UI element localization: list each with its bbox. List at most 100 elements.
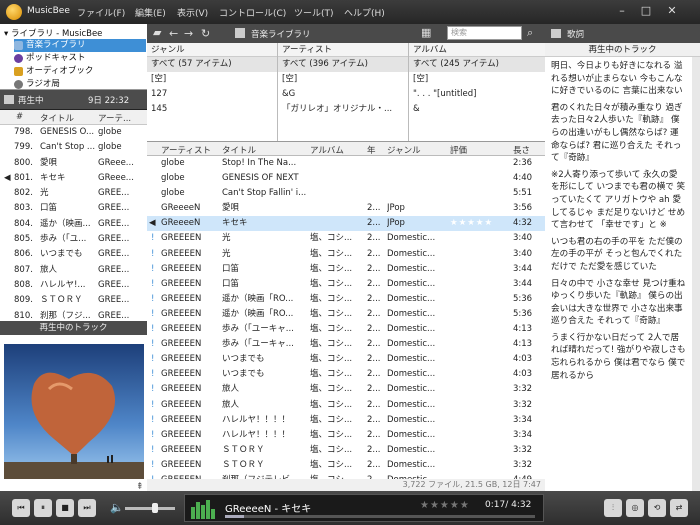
lyrics-paragraph: うまく行かない日だって 2人で居れば晴れだって! 強がりや寂しさも 忘れられるか… — [551, 332, 686, 381]
artist-item[interactable]: すべて (396 アイテム) — [278, 57, 408, 72]
col-album[interactable]: アルバム — [310, 144, 344, 156]
artist-header[interactable]: アーティスト — [278, 43, 408, 57]
track-row[interactable]: ! GREEEEN 口笛 塩、コシ... 2... Domestic... 3:44 — [147, 262, 545, 277]
col-number[interactable]: # — [16, 112, 23, 122]
menu-view[interactable]: 表示(V) — [177, 6, 208, 19]
album-item[interactable]: すべて (245 アイテム) — [409, 57, 545, 72]
menu-tools[interactable]: ツール(T) — [294, 6, 334, 19]
track-row[interactable]: ! GREEEEN ＳＴＯＲＹ 塩、コシ... 2... Domestic... 3:32 — [147, 443, 545, 458]
now-playing-row[interactable]: ◀ 801. キセキ GReee... — [0, 171, 147, 186]
library-root[interactable]: ▾ ライブラリ - MusicBee — [4, 27, 102, 39]
refresh-icon[interactable]: ↻ — [201, 27, 210, 40]
artist-item[interactable]: &G — [278, 87, 408, 102]
col-title[interactable]: タイトル — [222, 144, 256, 156]
volume-icon[interactable]: 🔈 — [110, 501, 124, 514]
genre-item[interactable]: 145 — [147, 102, 277, 117]
track-row[interactable]: ! GREEEEN 歩み（「ユーキャ... 塩、コシ... 2... Domestic..… — [147, 337, 545, 352]
close-icon[interactable]: ✕ — [662, 3, 682, 19]
back-icon[interactable]: ← — [169, 27, 178, 40]
repeat-button[interactable]: ⟲ — [648, 499, 666, 517]
track-artist: GReeeeN — [161, 218, 201, 229]
tree-item-radio[interactable]: ラジオ局 — [14, 78, 146, 89]
track-row[interactable]: ! GREEEEN 光 塩、コシ... 2... Domestic... 3:40 — [147, 247, 545, 262]
now-playing-row[interactable]: 802. 光 GREE... — [0, 186, 147, 201]
equalizer-button[interactable]: ⫶ — [604, 499, 622, 517]
track-row[interactable]: globe Stop! In The Na... 2:36 — [147, 156, 545, 171]
col-artist[interactable]: アーティスト — [161, 144, 211, 156]
tree-item-audiobooks[interactable]: オーディオブック — [14, 65, 146, 78]
album-item[interactable]: [空] — [409, 72, 545, 87]
menu-edit[interactable]: 編集(E) — [135, 6, 166, 19]
track-row[interactable]: ! GREEEEN 旅人 塩、コシ... 2... Domestic... 3:32 — [147, 398, 545, 413]
search-input[interactable]: 検索 — [447, 26, 522, 40]
track-row[interactable]: globe Can't Stop Fallin' i... 5:51 — [147, 186, 545, 201]
artist-item[interactable]: [空] — [278, 72, 408, 87]
stop-button[interactable]: ■ — [56, 499, 74, 517]
track-row[interactable]: ! GREEEEN 遥か（映画「RO... 塩、コシ... 2... Domestic..… — [147, 307, 545, 322]
tree-item-podcasts[interactable]: ポッドキャスト — [14, 52, 146, 65]
now-playing-row[interactable]: 800. 愛唄 GReee... — [0, 156, 147, 171]
track-row[interactable]: GReeeeN 愛唄 2... JPop 3:56 — [147, 201, 545, 216]
col-genre[interactable]: ジャンル — [387, 144, 421, 156]
track-row[interactable]: ! GREEEEN ＳＴＯＲＹ 塩、コシ... 2... Domestic... 3:32 — [147, 458, 545, 473]
track-row[interactable]: ! GREEEEN 光 塩、コシ... 2... Domestic... 3:40 — [147, 231, 545, 246]
track-row[interactable]: ! GREEEEN ハレルヤ！！！！ 塩、コシ... 2... Domestic... 3:… — [147, 413, 545, 428]
search-icon[interactable]: ⌕ — [527, 26, 533, 40]
progress-bar[interactable] — [225, 515, 535, 518]
lyrics-scrollbar[interactable] — [692, 57, 700, 491]
artist-item[interactable]: 「ガリレオ」オリジナル・... — [278, 102, 408, 117]
now-playing-row[interactable]: 805. 歩み（「ユ... GREE... — [0, 232, 147, 247]
layout-icon[interactable]: ▦ — [421, 26, 431, 39]
genre-item[interactable]: 127 — [147, 87, 277, 102]
maximize-icon[interactable]: □ — [636, 3, 656, 19]
now-playing-row[interactable]: 808. ハレルヤ!... GREE... — [0, 278, 147, 293]
scrobble-button[interactable]: ◎ — [626, 499, 644, 517]
col-artist[interactable]: アーテ... — [98, 112, 131, 124]
col-year[interactable]: 年 — [367, 144, 376, 156]
track-row[interactable]: globe GENESIS OF NEXT 4:40 — [147, 171, 545, 186]
track-row[interactable]: ! GREEEEN 遥か（映画「RO... 塩、コシ... 2... Domestic..… — [147, 292, 545, 307]
track-row[interactable]: ! GREEEEN いつまでも 塩、コシ... 2... Domestic... 4:03 — [147, 367, 545, 382]
genre-header[interactable]: ジャンル — [147, 43, 277, 57]
now-playing-row[interactable]: 803. 口笛 GREE... — [0, 201, 147, 216]
track-row[interactable]: ! GREEEEN 口笛 塩、コシ... 2... Domestic... 3:44 — [147, 277, 545, 292]
rating-stars[interactable]: ★★★★★ — [420, 500, 470, 511]
shuffle-button[interactable]: ⇄ — [670, 499, 688, 517]
track-rating[interactable]: ★★★★★ — [450, 216, 500, 231]
col-rating[interactable]: 評価 — [450, 144, 467, 156]
track-row[interactable]: ! GREEEEN ハレルヤ！！！！ 塩、コシ... 2... Domestic... 3:… — [147, 428, 545, 443]
genre-item[interactable]: すべて (57 アイテム) — [147, 57, 277, 72]
track-title: 口笛 — [222, 278, 240, 289]
col-length[interactable]: 長さ — [513, 144, 530, 156]
album-header[interactable]: アルバム — [409, 43, 545, 57]
genre-item[interactable]: [空] — [147, 72, 277, 87]
pause-button[interactable]: ⏸ — [34, 499, 52, 517]
track-row[interactable]: ! GREEEEN 歩み（「ユーキャ... 塩、コシ... 2... Domestic..… — [147, 322, 545, 337]
np-title: 刹那（フジ... — [40, 310, 91, 321]
track-row[interactable]: ◀ GReeeeN キセキ 2... JPop ★★★★★ 4:32 — [147, 216, 545, 232]
minimize-icon[interactable]: – — [612, 3, 632, 19]
now-playing-row[interactable]: 804. 遥か（映画... GREE... — [0, 217, 147, 232]
now-playing-row[interactable]: 810. 刹那（フジ... GREE... — [0, 309, 147, 321]
volume-slider[interactable] — [125, 507, 175, 510]
menu-control[interactable]: コントロール(C) — [219, 6, 286, 19]
track-row[interactable]: ! GREEEEN いつまでも 塩、コシ... 2... Domestic... 4:03 — [147, 352, 545, 367]
now-playing-row[interactable]: 807. 旅人 GREE... — [0, 263, 147, 278]
album-item[interactable]: & — [409, 102, 545, 117]
now-playing-row[interactable]: 799. Can't Stop ... globe — [0, 140, 147, 155]
now-playing-row[interactable]: 809. ＳＴＯＲＹ GREE... — [0, 293, 147, 308]
tree-item-music-library[interactable]: 音楽ライブラリ — [14, 39, 146, 52]
next-button[interactable]: ⏭ — [78, 499, 96, 517]
menu-help[interactable]: ヘルプ(H) — [344, 6, 385, 19]
forward-icon[interactable]: → — [184, 27, 193, 40]
track-row[interactable]: ! GREEEEN 旅人 塩、コシ... 2... Domestic... 3:32 — [147, 382, 545, 397]
folder-icon[interactable]: ▰ — [153, 26, 161, 39]
album-item[interactable]: ". . . "[untitled] — [409, 87, 545, 102]
previous-button[interactable]: ⏮ — [12, 499, 30, 517]
track-artist: GREEEEN — [161, 263, 202, 274]
menu-file[interactable]: ファイル(F) — [77, 6, 125, 19]
now-playing-row[interactable]: 798. GENESIS O... globe — [0, 125, 147, 140]
col-title[interactable]: タイトル — [40, 112, 74, 124]
now-playing-row[interactable]: 806. いつまでも GREE... — [0, 247, 147, 262]
volume-knob[interactable] — [152, 503, 158, 513]
